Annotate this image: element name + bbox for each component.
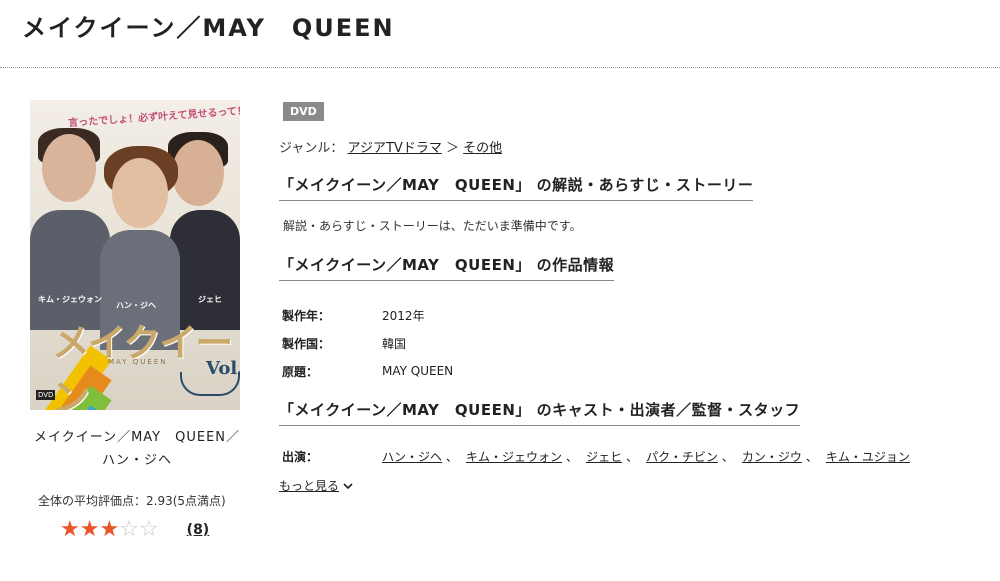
genre-arrow: ＞ — [445, 141, 459, 156]
page-title: メイクイーン／MAY QUEEN — [22, 14, 395, 42]
cast-separator: 、 — [805, 450, 818, 464]
cast-link[interactable]: キム・ユジョン — [826, 450, 910, 464]
cover-tagline: 言ったでしょ！必ず叶えて見せるって！ — [67, 105, 240, 130]
show-more-button[interactable]: もっと見る — [279, 477, 979, 494]
cast-label: 出演： — [282, 450, 319, 464]
info-value: MAY QUEEN — [382, 364, 454, 378]
story-heading: 「メイクイーン／MAY QUEEN」 の解説・あらすじ・ストーリー — [279, 174, 754, 201]
cast-link[interactable]: パク・チビン — [646, 450, 718, 464]
star-filled-icon: ★ — [60, 517, 80, 542]
info-heading: 「メイクイーン／MAY QUEEN」 の作品情報 — [279, 254, 615, 281]
cover-name: キム・ジェウォン — [38, 295, 102, 304]
cast-separator: 、 — [626, 450, 639, 464]
genre-label: ジャンル： — [279, 141, 344, 156]
review-count-link[interactable]: (8) — [187, 522, 210, 538]
left-column: 言ったでしょ！必ず叶えて見せるって！ キム・ジェウォン ハン・ジヘ ジェヒ メイ… — [30, 100, 244, 541]
info-value: 2012年 — [382, 308, 425, 323]
info-key: 原題： — [282, 364, 319, 379]
star-filled-icon: ★ — [79, 517, 100, 542]
info-table: 製作年： 2012年 製作国： 韓国 原題： MAY QUEEN — [279, 301, 979, 385]
story-text: 解説・あらすじ・ストーリーは、ただいま準備中です。 — [283, 219, 582, 233]
cast-row: 出演： ハン・ジヘ、キム・ジェウォン、ジェヒ、パク・チビン、カン・ジウ、キム・ユ… — [279, 448, 979, 465]
info-key: 製作年： — [282, 308, 331, 323]
show-more-label: もっと見る — [279, 479, 340, 493]
info-row: 製作年： 2012年 — [279, 301, 979, 329]
cover-name: ジェヒ — [198, 295, 222, 304]
title-divider — [0, 67, 1000, 68]
genre-link-other[interactable]: その他 — [463, 141, 502, 156]
cast-list: ハン・ジヘ、キム・ジェウォン、ジェヒ、パク・チビン、カン・ジウ、キム・ユジョン — [382, 448, 910, 465]
average-rating-label: 全体の平均評価点：2.93(5点満点) — [38, 494, 226, 508]
cast-separator: 、 — [566, 450, 579, 464]
cast-link[interactable]: ジェヒ — [586, 450, 622, 464]
format-badge: DVD — [283, 102, 324, 121]
star-empty-icon: ☆ — [138, 517, 159, 542]
genre-link-asia-tv-drama[interactable]: アジアTVドラマ — [348, 141, 442, 156]
cover-logo-sub: MAY QUEEN — [108, 358, 168, 366]
chevron-down-icon — [343, 479, 353, 493]
info-key: 製作国： — [282, 336, 331, 351]
cover-name: ハン・ジヘ — [116, 301, 156, 310]
cast-link[interactable]: カン・ジウ — [742, 450, 802, 464]
cast-link[interactable]: キム・ジェウォン — [466, 450, 562, 464]
star-filled-icon: ★ — [99, 517, 120, 542]
info-row: 製作国： 韓国 — [279, 329, 979, 357]
cover-volume: Vol.18 — [206, 358, 240, 379]
cover-image[interactable]: 言ったでしょ！必ず叶えて見せるって！ キム・ジェウォン ハン・ジヘ ジェヒ メイ… — [30, 100, 240, 410]
info-value: 韓国 — [382, 336, 407, 351]
rating-row: ★★★☆☆ (8) — [30, 519, 244, 541]
detail-column: DVD ジャンル： アジアTVドラマ ＞ その他 「メイクイーン／MAY QUE… — [279, 100, 979, 494]
dvd-logo: DVD — [36, 390, 56, 400]
genre-row: ジャンル： アジアTVドラマ ＞ その他 — [279, 137, 979, 156]
cast-heading: 「メイクイーン／MAY QUEEN」 のキャスト・出演者／監督・スタッフ — [279, 399, 801, 426]
cast-separator: 、 — [721, 450, 734, 464]
star-empty-icon: ☆ — [119, 517, 139, 542]
cast-link[interactable]: ハン・ジヘ — [382, 450, 442, 464]
product-title: メイクイーン／MAY QUEEN／ハン・ジヘ — [33, 430, 241, 468]
info-row: 原題： MAY QUEEN — [279, 357, 979, 385]
cast-separator: 、 — [446, 450, 459, 464]
rating-stars: ★★★☆☆ — [60, 519, 159, 541]
